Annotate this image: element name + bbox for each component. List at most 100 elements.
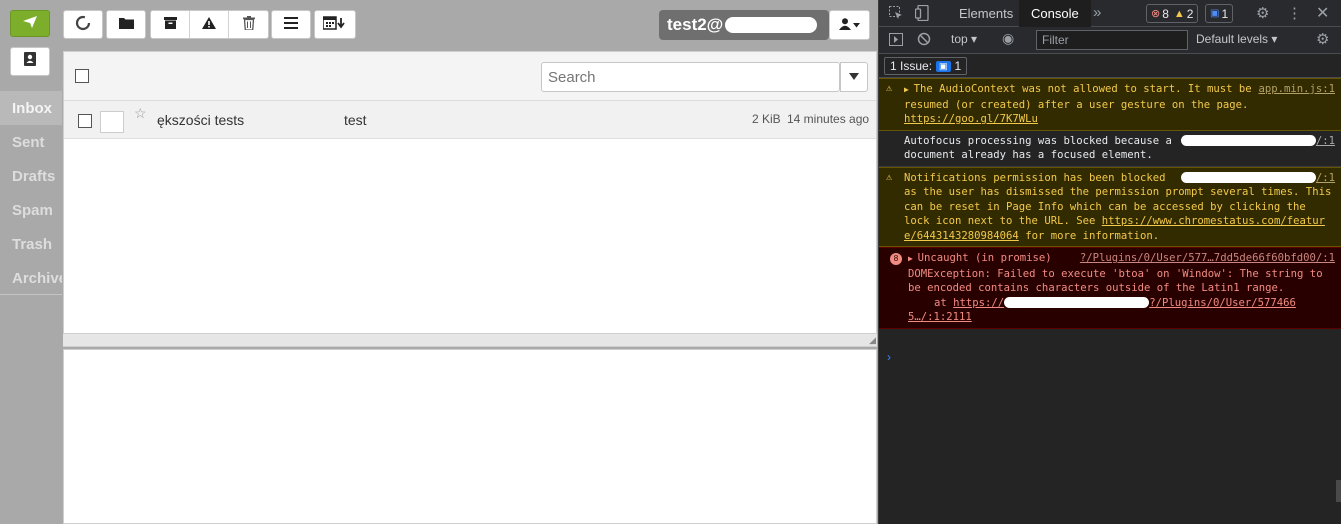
scrollbar[interactable] [1336, 480, 1341, 502]
compose-button[interactable] [10, 10, 50, 37]
more-menu-button[interactable] [271, 10, 311, 39]
log-source-link[interactable]: app.min.js:1 [1252, 82, 1335, 97]
log-message: Notifications permission has been [904, 171, 1115, 184]
trash-icon [242, 16, 255, 33]
hamburger-icon [284, 17, 298, 32]
filter-input[interactable]: Filter [1036, 30, 1188, 50]
mail-app: Inbox Sent Drafts Spam Trash Archive tes… [0, 0, 878, 524]
folder-trash[interactable]: Trash [0, 227, 62, 261]
console-error-btoa[interactable]: 8 ?/Plugins/0/User/577…7dd5de66f60bfd00/… [879, 247, 1341, 329]
message-icon: ▣ [1210, 8, 1220, 19]
console-prompt-icon[interactable]: › [887, 350, 891, 364]
select-all-checkbox[interactable] [75, 69, 89, 83]
folder-drafts[interactable]: Drafts [0, 159, 62, 193]
console-info-autofocus: /:1 Autofocus processing was blocked bec… [879, 130, 1341, 167]
message-sender: test [344, 112, 367, 128]
clear-console-icon[interactable] [917, 32, 931, 49]
redaction [1004, 297, 1150, 308]
user-dropdown-icon [838, 17, 861, 33]
kebab-menu-icon[interactable]: ⋮ [1287, 4, 1302, 22]
star-icon[interactable]: ☆ [134, 105, 147, 122]
close-icon[interactable]: ✕ [1316, 3, 1329, 23]
expand-arrow-icon[interactable]: ▶ [904, 85, 914, 94]
user-menu-button[interactable] [829, 10, 870, 40]
console-warning-audiocontext[interactable]: ⚠ app.min.js:1 ▶ The AudioContext was no… [879, 78, 1341, 131]
issues-bar: 1 Issue: ▣ 1 [879, 54, 1341, 78]
issues-count: 1 [954, 59, 962, 73]
message-subject: ększości tests [157, 112, 245, 128]
context-label: top [951, 32, 968, 46]
message-preview-panel [63, 349, 877, 524]
log-source-link[interactable]: /:1 [1175, 171, 1335, 186]
settings-gear-icon[interactable]: ⚙ [1256, 4, 1269, 22]
folder-list: Inbox Sent Drafts Spam Trash Archive [0, 91, 62, 295]
devtools-tab-bar: Elements Console » ⊗ 8 ▲ 2 ▣ 1 ⚙ ⋮ ✕ [879, 0, 1341, 27]
message-list-header [64, 52, 876, 101]
warning-triangle-icon: ⚠ [886, 171, 893, 183]
error-count-badge: 8 [890, 253, 902, 265]
sort-by-date-button[interactable] [314, 10, 356, 39]
tab-elements[interactable]: Elements [947, 0, 1025, 27]
context-selector[interactable]: top ▾ [951, 32, 977, 46]
redaction [1180, 172, 1316, 183]
stack-link-part: https:// [953, 296, 1005, 309]
spam-button[interactable] [190, 11, 229, 38]
console-settings-gear-icon[interactable]: ⚙ [1316, 30, 1329, 48]
console-toolbar: top ▾ ◉ Filter Default levels ▾ ⚙ [879, 27, 1341, 54]
message-checkbox[interactable] [78, 114, 92, 128]
log-link[interactable]: https://goo.gl/7K7WLu [904, 113, 1038, 125]
reload-button[interactable] [63, 10, 103, 39]
inspect-element-icon[interactable] [889, 6, 903, 23]
folder-inbox[interactable]: Inbox [0, 91, 62, 125]
message-actions-group [150, 10, 269, 39]
redaction [1180, 135, 1316, 146]
message-date: 14 minutes ago [787, 112, 870, 126]
issues-button[interactable]: 1 Issue: ▣ 1 [884, 57, 968, 75]
error-icon: ⊗ [1151, 8, 1161, 20]
folder-divider [0, 294, 62, 295]
search-input[interactable] [541, 62, 840, 92]
folder-spam[interactable]: Spam [0, 193, 62, 227]
console-counts-badge[interactable]: ⊗ 8 ▲ 2 [1146, 4, 1199, 23]
folder-icon [118, 17, 134, 32]
pane-resize-handle[interactable]: ◢ [63, 333, 877, 347]
log-source-link[interactable]: /:1 [1175, 134, 1335, 149]
message-avatar [100, 111, 124, 133]
stack-link[interactable]: https:// ?/Plugins/0/User/577466 5…/:1:211… [908, 297, 1296, 324]
message-row[interactable]: ☆ ększości tests test 2 KiB 14 minutes a… [64, 101, 876, 139]
warning-count: 2 [1186, 6, 1194, 21]
calendar-sort-icon [322, 16, 347, 33]
archive-button[interactable] [151, 11, 190, 38]
contacts-button[interactable] [10, 47, 50, 76]
folder-archive[interactable]: Archive [0, 261, 62, 295]
log-message: Autofocus processing was blocked [904, 134, 1109, 147]
more-tabs-icon[interactable]: » [1093, 4, 1101, 21]
folder-sent[interactable]: Sent [0, 125, 62, 159]
tab-console[interactable]: Console [1019, 0, 1091, 27]
eye-icon[interactable]: ◉ [1002, 30, 1014, 47]
log-levels-dropdown[interactable]: Default levels ▾ [1196, 32, 1277, 46]
sidebar-toggle-icon[interactable] [889, 33, 903, 49]
archive-icon [163, 17, 177, 32]
issues-label: 1 Issue: [890, 59, 933, 73]
error-count: 8 [1162, 6, 1169, 21]
stack-at-label: at [934, 296, 947, 309]
search-options-button[interactable] [840, 62, 868, 92]
expand-arrow-icon[interactable]: ▶ [908, 254, 918, 263]
move-to-folder-button[interactable] [106, 10, 146, 39]
log-message-tail: for more information. [1025, 229, 1160, 242]
message-list-panel: ☆ ększości tests test 2 KiB 14 minutes a… [63, 51, 877, 347]
warning-icon: ▲ [1173, 7, 1185, 20]
device-toolbar-icon[interactable] [914, 4, 929, 24]
issue-icon: ▣ [936, 60, 951, 72]
delete-button[interactable] [229, 11, 268, 38]
log-message: Uncaught (in [917, 252, 995, 264]
message-count: 1 [1221, 6, 1229, 21]
resize-grip-icon: ◢ [869, 335, 876, 345]
console-warning-notifications[interactable]: ⚠ /:1 Notifications permission has been … [879, 166, 1341, 247]
log-source-link[interactable]: ?/Plugins/0/User/577…7dd5de66f60bfd00/:1 [1074, 251, 1335, 266]
messages-badge[interactable]: ▣ 1 [1205, 4, 1234, 23]
account-menu[interactable]: test2@ [659, 10, 829, 40]
warning-icon [202, 17, 216, 32]
devtools-panel: Elements Console » ⊗ 8 ▲ 2 ▣ 1 ⚙ ⋮ ✕ top ▾ … [878, 0, 1341, 524]
